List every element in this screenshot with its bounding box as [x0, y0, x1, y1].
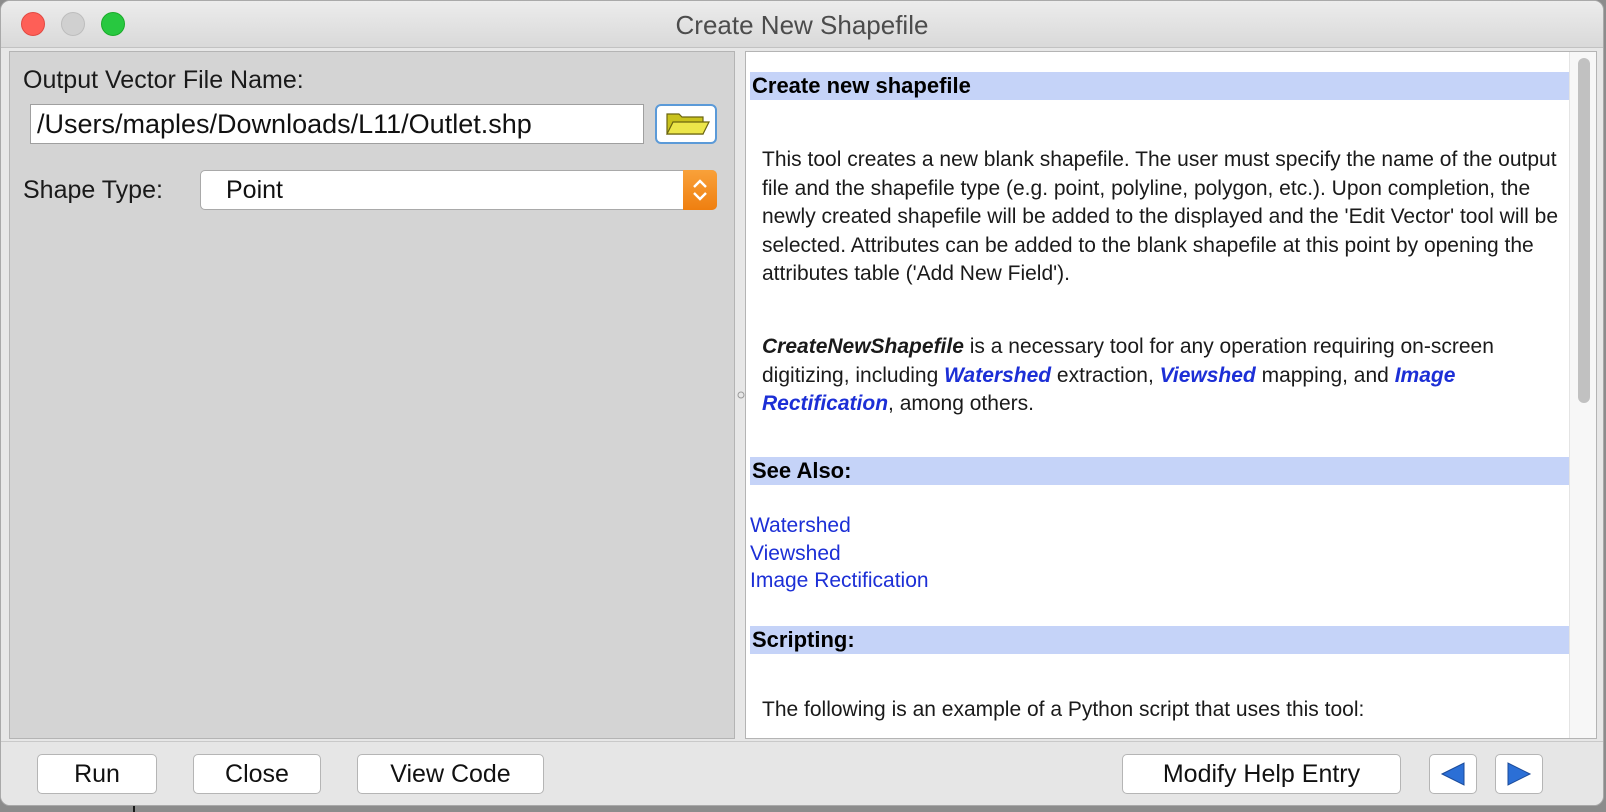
- help-forward-button[interactable]: [1495, 754, 1543, 794]
- folder-open-icon: [666, 113, 710, 135]
- output-file-field[interactable]: /Users/maples/Downloads/L11/Outlet.shp: [30, 104, 644, 144]
- help-back-button[interactable]: [1429, 754, 1477, 794]
- tool-name: CreateNewShapefile: [762, 335, 964, 358]
- close-button[interactable]: Close: [193, 754, 321, 794]
- select-arrows-icon: [683, 170, 717, 210]
- see-also-link-image-rectification[interactable]: Image Rectification: [750, 569, 929, 593]
- see-also-link-viewshed[interactable]: Viewshed: [750, 542, 841, 566]
- button-bar: Run Close View Code Modify Help Entry: [1, 741, 1603, 805]
- viewshed-inline-link[interactable]: Viewshed: [1160, 364, 1256, 387]
- help-content: Create new shapefile This tool creates a…: [746, 52, 1570, 738]
- arrow-left-icon: [1440, 762, 1465, 786]
- shape-type-label: Shape Type:: [23, 176, 163, 204]
- help-description: CreateNewShapefile is a necessary tool f…: [762, 335, 1494, 415]
- parameters-pane: Output Vector File Name: /Users/maples/D…: [9, 51, 735, 739]
- scripting-text: The following is an example of a Python …: [762, 698, 1365, 721]
- window-title: Create New Shapefile: [675, 10, 929, 40]
- watershed-inline-link[interactable]: Watershed: [944, 364, 1051, 387]
- see-also-link-watershed[interactable]: Watershed: [750, 514, 851, 538]
- help-scrollbar[interactable]: [1569, 52, 1596, 738]
- see-also-heading: See Also:: [750, 457, 1570, 485]
- split-pane-handle[interactable]: [737, 386, 745, 404]
- modify-help-entry-button[interactable]: Modify Help Entry: [1122, 754, 1401, 794]
- output-file-label: Output Vector File Name:: [23, 66, 304, 94]
- help-heading: Create new shapefile: [750, 72, 1570, 100]
- run-button[interactable]: Run: [37, 754, 157, 794]
- help-pane: Create new shapefile This tool creates a…: [745, 51, 1597, 739]
- shape-type-value: Point: [226, 176, 283, 204]
- dialog-window: Create New Shapefile Output Vector File …: [0, 0, 1604, 806]
- view-code-button[interactable]: View Code: [357, 754, 544, 794]
- title-bar: Create New Shapefile: [1, 1, 1603, 48]
- help-intro-text: This tool creates a new blank shapefile.…: [762, 148, 1559, 285]
- arrow-right-icon: [1507, 762, 1532, 786]
- scrollbar-thumb[interactable]: [1578, 58, 1590, 403]
- browse-button[interactable]: [655, 104, 717, 144]
- scripting-heading: Scripting:: [750, 626, 1570, 654]
- shape-type-select[interactable]: Point: [200, 170, 717, 210]
